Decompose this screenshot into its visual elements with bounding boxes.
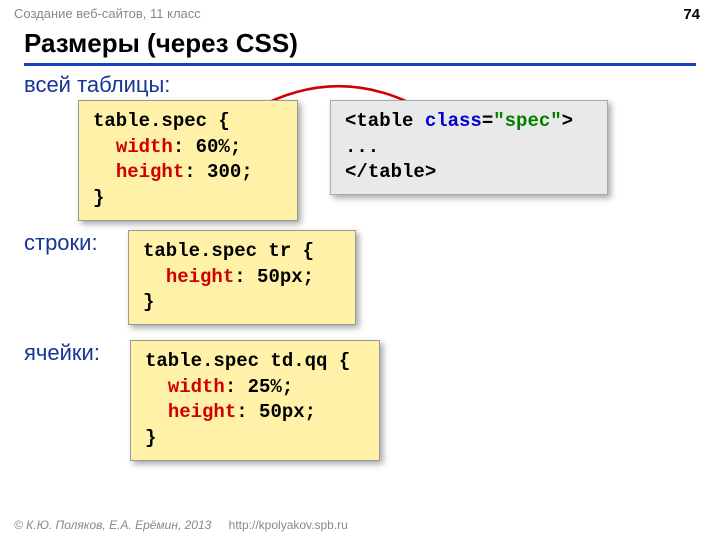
tag: table <box>368 161 425 183</box>
code-line: } <box>143 291 154 313</box>
code-val: : 50px; <box>234 266 314 288</box>
code-prop: height <box>116 161 184 183</box>
label-cell: ячейки: <box>24 340 100 366</box>
footer-url: http://kpolyakov.spb.ru <box>229 518 348 532</box>
css-row-codebox: table.spec tr { height: 50px; } <box>128 230 356 325</box>
code-prop: width <box>116 136 173 158</box>
lt: </ <box>345 161 368 183</box>
footer-credit: © К.Ю. Поляков, Е.А. Ерёмин, 2013 <box>14 518 211 532</box>
code-line: } <box>145 427 156 449</box>
label-row: строки: <box>24 230 98 256</box>
html-table-codebox: <table class="spec"> ... </table> <box>330 100 608 195</box>
code-val: : 25%; <box>225 376 293 398</box>
code-val: : 300; <box>184 161 252 183</box>
code-prop: height <box>168 401 236 423</box>
css-cell-codebox: table.spec td.qq { width: 25%; height: 5… <box>130 340 380 461</box>
val: "spec" <box>493 110 561 132</box>
attr: class <box>425 110 482 132</box>
code-line: table.spec tr { <box>143 240 314 262</box>
page-number: 74 <box>683 6 700 23</box>
ellipsis: ... <box>345 136 379 158</box>
tag: table <box>356 110 413 132</box>
css-table-codebox: table.spec { width: 60%; height: 300; } <box>78 100 298 221</box>
code-prop: height <box>166 266 234 288</box>
code-val: : 60%; <box>173 136 241 158</box>
eq: = <box>482 110 493 132</box>
sp <box>413 110 424 132</box>
course-label: Создание веб-сайтов, 11 класс <box>14 6 201 21</box>
label-whole-table: всей таблицы: <box>24 72 170 98</box>
code-line: table.spec td.qq { <box>145 350 350 372</box>
code-line: } <box>93 187 104 209</box>
slide-title: Размеры (через CSS) <box>24 28 696 66</box>
gt: > <box>562 110 573 132</box>
code-line: table.spec { <box>93 110 230 132</box>
code-val: : 50px; <box>236 401 316 423</box>
code-prop: width <box>168 376 225 398</box>
footer: © К.Ю. Поляков, Е.А. Ерёмин, 2013 http:/… <box>14 518 348 532</box>
gt: > <box>425 161 436 183</box>
lt: < <box>345 110 356 132</box>
